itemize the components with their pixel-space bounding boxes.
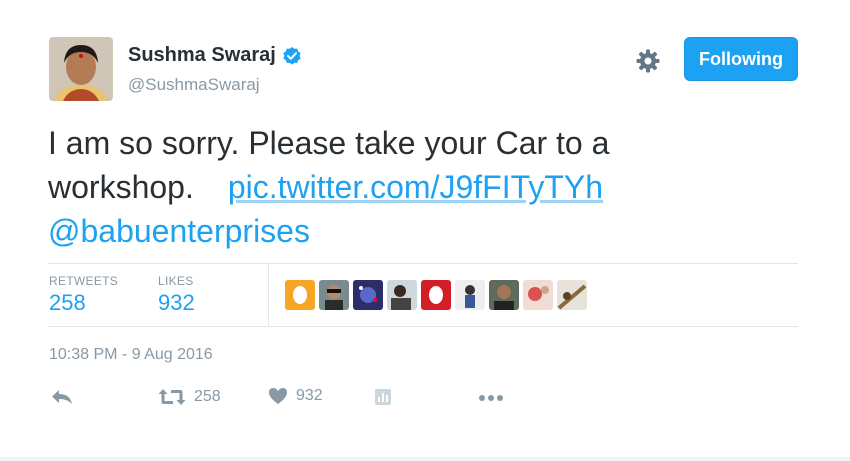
mention-link[interactable]: @babuenterprises	[48, 213, 310, 249]
tweet-text-line-1: I am so sorry. Please take your Car to a	[48, 125, 610, 161]
liker-avatar[interactable]	[353, 280, 383, 310]
liker-avatar[interactable]	[455, 280, 485, 310]
liker-avatar[interactable]	[319, 280, 349, 310]
analytics-button[interactable]	[374, 388, 392, 406]
tweet-text: I am so sorry. Please take your Car to a…	[48, 121, 808, 253]
stats-top-divider	[48, 263, 798, 264]
liker-avatar[interactable]	[285, 280, 315, 310]
pic-link[interactable]: pic.twitter.com/J9fFITyTYh	[228, 169, 603, 205]
verified-icon	[282, 46, 302, 66]
likes-label: LIKES	[158, 274, 194, 288]
more-options-icon	[479, 395, 503, 401]
stats-bottom-divider	[48, 326, 798, 327]
stats-vertical-divider	[268, 264, 269, 326]
liker-avatar[interactable]	[421, 280, 451, 310]
retweet-icon	[158, 389, 186, 405]
tweet-text-workshop: workshop.	[48, 169, 194, 205]
reply-button[interactable]	[50, 387, 74, 407]
heart-icon	[269, 388, 287, 404]
retweets-label: RETWEETS	[49, 274, 119, 288]
following-button[interactable]: Following	[684, 37, 798, 81]
retweet-count: 258	[194, 388, 221, 405]
retweets-count[interactable]: 258	[49, 290, 86, 316]
liker-avatars	[285, 280, 587, 310]
liker-avatar[interactable]	[523, 280, 553, 310]
avatar[interactable]	[49, 37, 113, 101]
reply-icon	[52, 390, 72, 404]
like-button[interactable]: 932	[268, 387, 323, 405]
likes-count[interactable]: 932	[158, 290, 195, 316]
bottom-border	[0, 457, 850, 461]
liker-avatar[interactable]	[387, 280, 417, 310]
author-name-row[interactable]: Sushma Swaraj	[128, 44, 302, 67]
analytics-icon	[375, 389, 391, 405]
author-handle[interactable]: @SushmaSwaraj	[128, 75, 260, 95]
liker-avatar[interactable]	[557, 280, 587, 310]
gear-icon[interactable]	[634, 47, 662, 75]
more-button[interactable]	[478, 389, 504, 407]
author-name[interactable]: Sushma Swaraj	[128, 44, 276, 67]
retweet-button[interactable]: 258	[158, 387, 221, 407]
liker-avatar[interactable]	[489, 280, 519, 310]
like-count: 932	[296, 387, 323, 404]
tweet-text-line-3: @babuenterprises	[48, 209, 808, 253]
tweet-text-line-2: workshop. pic.twitter.com/J9fFITyTYh	[48, 165, 808, 209]
timestamp[interactable]: 10:38 PM - 9 Aug 2016	[49, 346, 213, 364]
